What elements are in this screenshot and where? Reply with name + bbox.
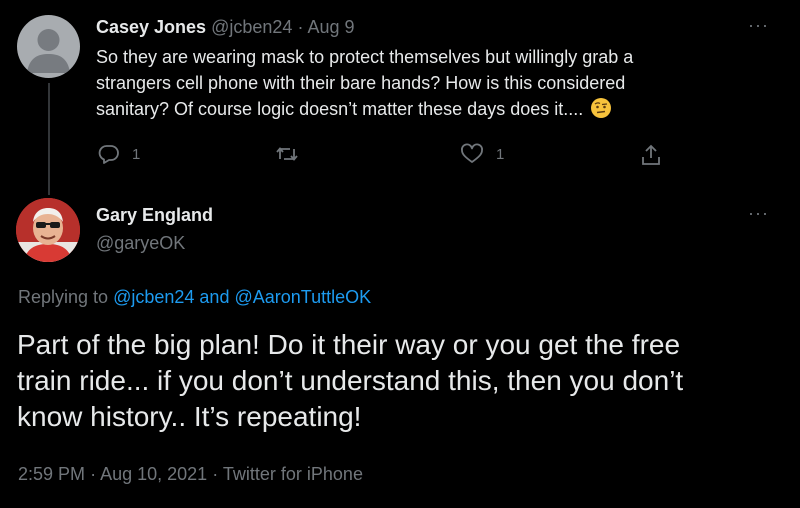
tweet-time[interactable]: 2:59 PM [18, 464, 85, 484]
main-text: Part of the big plan! Do it their way or… [17, 327, 683, 435]
main-text-line: train ride... if you don’t understand th… [17, 365, 684, 396]
main-handle[interactable]: @garyeOK [96, 233, 185, 254]
retweet-button[interactable] [275, 143, 311, 165]
main-text-line: know history.. It’s repeating! [17, 401, 362, 432]
main-text-line: Part of the big plan! Do it their way or… [17, 329, 681, 360]
parent-handle[interactable]: @jcben24 [211, 17, 292, 37]
reply-and: and [199, 287, 230, 307]
profile-photo-icon [16, 198, 80, 262]
parent-avatar[interactable] [17, 15, 80, 78]
parent-text-line: sanitary? Of course logic doesn’t matter… [96, 96, 633, 122]
share-button[interactable] [640, 143, 662, 167]
like-count: 1 [496, 145, 505, 163]
parent-text-line: strangers cell phone with their bare han… [96, 73, 626, 93]
heart-icon [461, 143, 483, 163]
tweet-date[interactable]: Aug 10, 2021 [100, 464, 207, 484]
main-author-name[interactable]: Gary England [96, 205, 213, 226]
more-icon: ··· [748, 15, 769, 35]
parent-text-line: So they are wearing mask to protect them… [96, 47, 634, 67]
reply-count: 1 [132, 145, 141, 163]
default-user-icon [27, 29, 70, 73]
retweet-icon [276, 147, 298, 161]
thread-connector [48, 83, 50, 195]
reply-button[interactable]: 1 [98, 143, 140, 165]
tweet-metadata: 2:59 PM · Aug 10, 2021 · Twitter for iPh… [18, 464, 363, 484]
reply-mention-link[interactable]: @AaronTuttleOK [234, 287, 371, 307]
tweet-source[interactable]: Twitter for iPhone [223, 464, 363, 484]
parent-date[interactable]: Aug 9 [307, 17, 354, 37]
replying-prefix: Replying to [18, 287, 109, 307]
share-icon [642, 144, 660, 165]
parent-more-button[interactable]: ··· [748, 15, 769, 36]
like-button[interactable]: 1 [460, 143, 504, 165]
reply-icon [98, 145, 119, 164]
parent-header: Casey Jones @jcben24 · Aug 9 [96, 17, 355, 38]
main-avatar[interactable] [16, 198, 80, 262]
parent-separator: · [297, 17, 304, 37]
reply-mention-link[interactable]: @jcben24 [113, 287, 194, 307]
more-icon: ··· [748, 203, 769, 223]
main-more-button[interactable]: ··· [748, 203, 769, 224]
replying-to: Replying to @jcben24 and @AaronTuttleOK [18, 287, 371, 308]
face-with-raised-eyebrow-icon [591, 98, 612, 118]
parent-text: So they are wearing mask to protect them… [96, 44, 633, 122]
parent-author-name[interactable]: Casey Jones [96, 17, 206, 37]
